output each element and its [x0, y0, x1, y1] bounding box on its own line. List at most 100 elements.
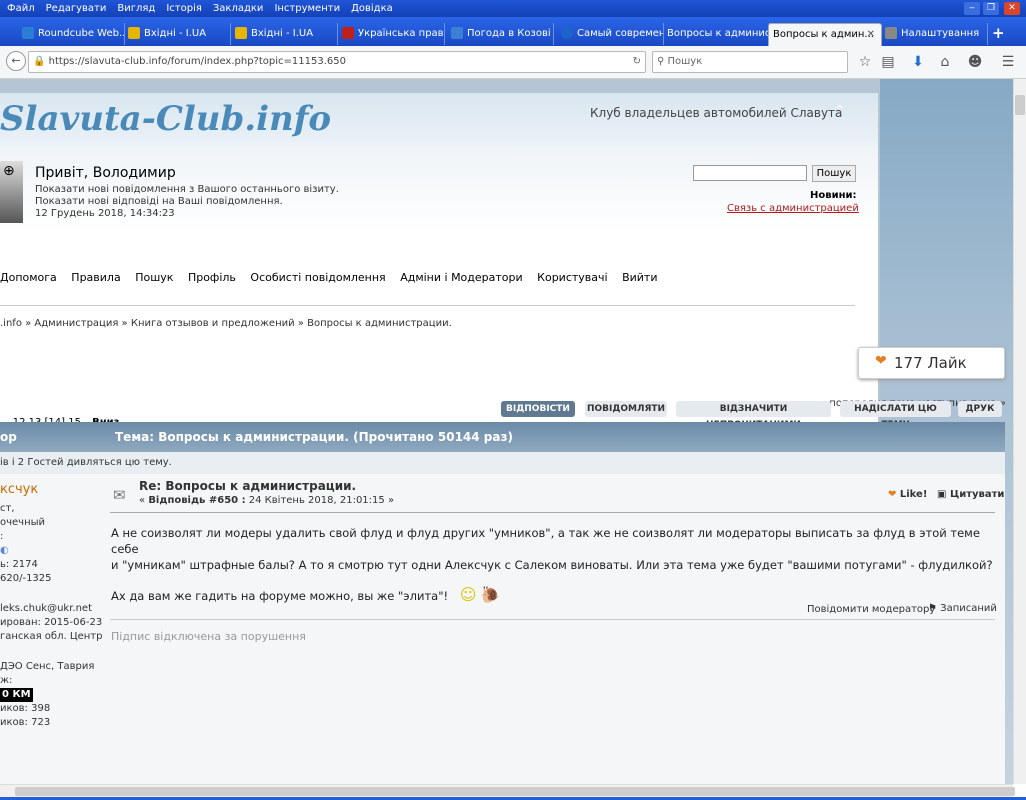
author-email[interactable]: leks.chuk@ukr.net	[0, 602, 102, 616]
breadcrumb[interactable]: .info » Администрация » Книга отзывов и …	[0, 318, 452, 329]
loading-icon	[561, 27, 573, 39]
send-topic-button[interactable]: НАДІСЛАТИ ЦЮ ТЕМУ	[840, 401, 951, 430]
current-datetime: 12 Грудень 2018, 14:34:23	[35, 208, 175, 219]
bookmark-star-icon[interactable]: ☆	[857, 54, 873, 70]
forum-search-input[interactable]	[693, 165, 807, 181]
topic-header: ор Тема: Вопросы к администрации. (Прочи…	[0, 422, 1005, 452]
tab-roundcube[interactable]: Roundcube Web...	[18, 23, 125, 45]
nav-moderators[interactable]: Адміни і Модератори	[400, 271, 522, 284]
tab-modern[interactable]: Самый современ...	[557, 23, 664, 45]
site-banner: Slavuta-Club.info Клуб владельцев автомо…	[0, 93, 878, 143]
horizontal-scrollbar[interactable]	[0, 784, 1015, 798]
menu-edit[interactable]: Редагувати	[46, 3, 107, 14]
heart-icon: ❤	[875, 353, 887, 369]
quote-button[interactable]: ▣ Цитувати	[937, 489, 1004, 500]
tab-questions-1[interactable]: Вопросы к администр...	[663, 23, 770, 45]
page-viewport: Slavuta-Club.info Клуб владельцев автомо…	[0, 79, 1013, 784]
mileage-counter: 0 КМ	[0, 688, 33, 702]
ip-icon: ⚑	[928, 603, 937, 614]
viewers-bar: ів і 2 Гостей дивляться цю тему.	[0, 452, 1005, 474]
url-bar[interactable]: 🔒 https://slavuta-club.info/forum/index.…	[28, 51, 646, 73]
post-icon: ✉	[113, 486, 126, 504]
nav-rules[interactable]: Правила	[71, 271, 120, 284]
tab-iua-2[interactable]: Вхідні - I.UA	[231, 23, 338, 45]
gear-icon	[885, 27, 897, 39]
magnifier-icon: ⚲	[657, 56, 665, 67]
print-button[interactable]: ДРУК	[958, 401, 1002, 417]
reload-icon[interactable]: ↻	[633, 52, 641, 72]
quote-icon: ▣	[937, 489, 947, 500]
mark-unread-button[interactable]: ВІДЗНАЧИТИ НЕПРОЧИТАНИМИ	[676, 401, 831, 430]
menu-tools[interactable]: Інструменти	[274, 3, 340, 14]
close-window-button[interactable]: ✕	[1004, 2, 1020, 15]
greeting: Привіт, Володимир	[35, 165, 176, 181]
iua-icon	[128, 27, 140, 39]
avatar: ⊕	[0, 161, 23, 223]
divider	[0, 305, 855, 306]
weather-icon	[451, 27, 463, 39]
nav-help[interactable]: Допомога	[0, 271, 57, 284]
tab-weather[interactable]: Погода в Козові	[447, 23, 554, 45]
menu-help[interactable]: Довідка	[351, 3, 393, 14]
minimize-button[interactable]: ‒	[964, 2, 980, 15]
like-widget[interactable]: ❤ 177 Лайк	[858, 347, 1005, 379]
nav-bar: ← 🔒 https://slavuta-club.info/forum/inde…	[0, 46, 1026, 79]
vertical-scrollbar[interactable]	[1013, 79, 1026, 784]
smiley-icon: ☺	[459, 585, 477, 604]
search-input[interactable]: ⚲ Пошук	[652, 51, 848, 73]
close-tab-icon[interactable]: ✕	[867, 24, 875, 46]
restore-button[interactable]: ❐	[983, 2, 999, 15]
nav-profile[interactable]: Профіль	[188, 271, 236, 284]
post-meta: « Відповідь #650 : 24 Квітень 2018, 21:0…	[139, 495, 395, 506]
author-column-header: ор	[0, 430, 17, 444]
news-link[interactable]: Связь с администрацией	[727, 203, 859, 214]
lock-warning-icon: 🔒	[33, 56, 46, 67]
new-since-link[interactable]: Показати нові повідомлення з Вашого оста…	[35, 184, 339, 195]
forum-nav: Допомога Правила Пошук Профіль Особисті …	[0, 271, 668, 284]
zoom-icon[interactable]: ⊕	[3, 163, 15, 179]
nav-messages[interactable]: Особисті повідомлення	[250, 271, 385, 284]
reading-list-icon[interactable]: ▤	[880, 54, 896, 70]
reply-button[interactable]: ВІДПОВІСТИ	[501, 401, 575, 417]
tab-settings[interactable]: Налаштування	[881, 23, 988, 45]
menu-bar: Файл Редагувати Вигляд Історія Закладки …	[0, 0, 1026, 17]
nav-logout[interactable]: Вийти	[622, 271, 657, 284]
menu-bookmarks[interactable]: Закладки	[213, 3, 264, 14]
hscroll-thumb[interactable]	[15, 787, 1015, 796]
topic-title: Тема: Вопросы к администрации. (Прочитан…	[115, 430, 513, 444]
back-button[interactable]: ←	[6, 51, 26, 71]
scroll-thumb[interactable]	[1015, 95, 1025, 115]
report-link[interactable]: Повідомити модератору	[807, 604, 935, 615]
signature: Підпис відключена за порушення	[111, 630, 306, 643]
logged-status: ⚑ Записаний	[928, 603, 997, 614]
author-info: ст, очечный : ◐ ь: 2174 620/-1325 leks.c…	[0, 503, 103, 728]
signature-divider	[110, 619, 995, 620]
forum-search-button[interactable]: Пошук	[812, 165, 856, 182]
notify-button[interactable]: ПОВІДОМЛЯТИ	[585, 401, 667, 417]
new-replies-link[interactable]: Показати нові відповіді на Ваші повідомл…	[35, 196, 283, 207]
site-logo[interactable]: Slavuta-Club.info	[0, 99, 331, 139]
viewers-text: ів і 2 Гостей дивляться цю тему.	[0, 457, 172, 468]
collapse-icon[interactable]: ⌃	[834, 103, 846, 119]
tab-questions-active[interactable]: Вопросы к админ... ✕	[768, 23, 882, 47]
menu-hamburger-icon[interactable]: ☰	[1000, 54, 1016, 70]
post-author[interactable]: ксчук	[0, 482, 38, 497]
menu-file[interactable]: Файл	[7, 3, 35, 14]
snail-icon: 🐌	[480, 585, 501, 604]
nav-users[interactable]: Користувачі	[537, 271, 607, 284]
home-icon[interactable]: ⌂	[937, 54, 953, 70]
like-button[interactable]: ❤ Like!	[888, 489, 927, 500]
new-tab-button[interactable]: +	[992, 24, 1005, 42]
tab-ukr-pravda[interactable]: Українська прав...	[338, 23, 445, 45]
up-icon	[342, 27, 354, 39]
download-icon[interactable]: ⬇	[910, 54, 926, 70]
news-label: Новини:	[810, 190, 857, 201]
heart-icon: ❤	[888, 489, 897, 500]
nav-search[interactable]: Пошук	[135, 271, 173, 284]
like-count: 177 Лайк	[894, 354, 967, 372]
menu-history[interactable]: Історія	[166, 3, 202, 14]
post-title[interactable]: Re: Вопросы к администрации.	[139, 479, 356, 493]
tab-iua-1[interactable]: Вхідні - I.UA	[124, 23, 231, 45]
chat-icon[interactable]: ☻	[967, 54, 983, 70]
menu-view[interactable]: Вигляд	[117, 3, 155, 14]
